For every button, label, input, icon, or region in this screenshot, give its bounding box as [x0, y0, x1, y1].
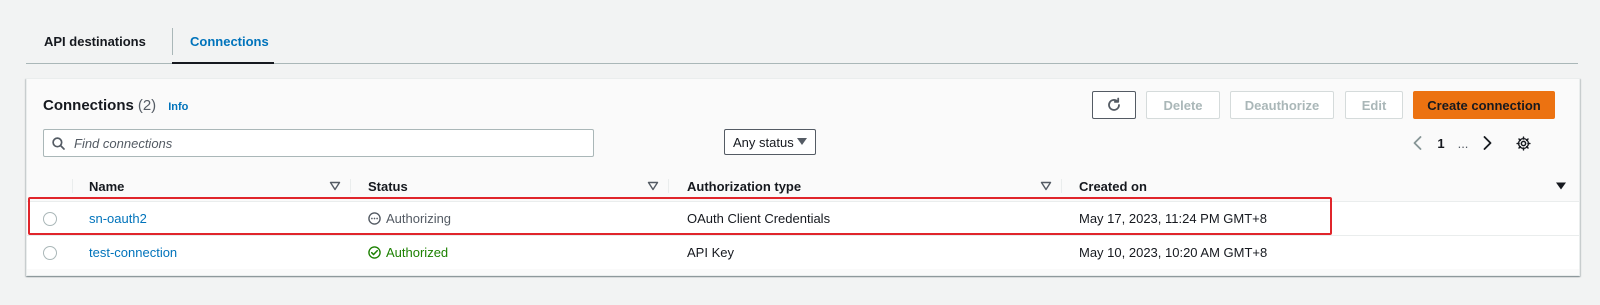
authorization-type-cell: API Key — [687, 245, 734, 260]
connection-count: (2) — [137, 97, 157, 114]
column-header-status[interactable]: Status — [351, 171, 669, 201]
status-filter-value: Any status — [733, 134, 794, 150]
row-select-cell — [27, 202, 73, 235]
connections-table: Name Status Authorization type Created o… — [27, 171, 1579, 269]
success-check-icon — [368, 246, 381, 259]
column-created-on-label: Created on — [1079, 178, 1147, 194]
status-badge: Authorizing — [368, 211, 451, 226]
refresh-icon — [1108, 97, 1120, 111]
search-box — [43, 129, 594, 157]
name-cell: test-connection — [73, 236, 351, 269]
next-page-button[interactable] — [1477, 136, 1497, 150]
chevron-left-icon — [1413, 136, 1421, 150]
column-header-authorization-type[interactable]: Authorization type — [669, 171, 1062, 201]
authorization-type-cell: OAuth Client Credentials — [687, 211, 831, 226]
tab-api-destinations[interactable]: API destinations — [26, 20, 172, 63]
status-text: Authorized — [386, 245, 449, 260]
sort-icon — [329, 181, 341, 191]
name-cell: sn-oauth2 — [73, 202, 351, 235]
status-badge: Authorized — [368, 245, 448, 260]
status-text: Authorizing — [386, 211, 452, 226]
gear-icon — [1515, 135, 1531, 151]
tab-connections[interactable]: Connections — [172, 20, 274, 64]
search-input[interactable] — [72, 134, 576, 152]
deauthorize-button[interactable]: Deauthorize — [1230, 91, 1334, 119]
column-name-label: Name — [89, 178, 125, 194]
row-radio[interactable] — [43, 211, 57, 226]
table-row[interactable]: sn-oauth2 Authorizing OAuth Client Crede… — [27, 201, 1579, 235]
delete-button[interactable]: Delete — [1146, 91, 1220, 119]
status-cell: Authorizing — [351, 202, 669, 235]
connection-name-link[interactable]: test-connection — [89, 245, 177, 260]
tab-bar: API destinations Connections — [26, 20, 1578, 64]
previous-page-button[interactable] — [1407, 136, 1427, 150]
column-authorization-type-label: Authorization type — [687, 178, 802, 194]
status-cell: Authorized — [351, 236, 669, 269]
row-radio[interactable] — [43, 245, 57, 260]
table-header: Name Status Authorization type Created o… — [27, 171, 1579, 201]
info-link[interactable]: Info — [168, 101, 188, 113]
sort-descending-icon — [1556, 182, 1566, 190]
caret-down-icon — [797, 138, 807, 145]
select-column-header — [27, 171, 73, 201]
create-connection-button[interactable]: Create connection — [1413, 91, 1555, 119]
pending-icon — [368, 212, 381, 225]
status-filter-select[interactable]: Any status — [724, 129, 816, 155]
sort-icon — [647, 181, 659, 191]
edit-button[interactable]: Edit — [1345, 91, 1403, 119]
row-select-cell — [27, 236, 73, 269]
connections-panel: Connections (2) Info Delete Deauthorize … — [26, 78, 1580, 276]
pagination: 1 ... — [1407, 131, 1535, 155]
page-number[interactable]: 1 — [1433, 136, 1449, 151]
column-status-label: Status — [368, 178, 408, 194]
table-row[interactable]: test-connection Authorized API Key May 1… — [27, 235, 1579, 269]
chevron-right-icon — [1483, 136, 1491, 150]
created-on-cell: May 10, 2023, 10:20 AM GMT+8 — [1079, 245, 1268, 260]
connection-name-link[interactable]: sn-oauth2 — [89, 211, 147, 226]
sort-icon — [1040, 181, 1052, 191]
refresh-button[interactable] — [1092, 91, 1136, 119]
column-header-created-on[interactable]: Created on — [1062, 171, 1579, 201]
column-header-name[interactable]: Name — [73, 171, 351, 201]
page-ellipsis: ... — [1457, 135, 1469, 151]
search-icon — [44, 136, 72, 150]
panel-header: Connections (2) Info — [43, 97, 188, 114]
table-settings-button[interactable] — [1511, 135, 1535, 151]
created-on-cell: May 17, 2023, 11:24 PM GMT+8 — [1079, 211, 1267, 226]
page-title: Connections — [43, 97, 134, 114]
